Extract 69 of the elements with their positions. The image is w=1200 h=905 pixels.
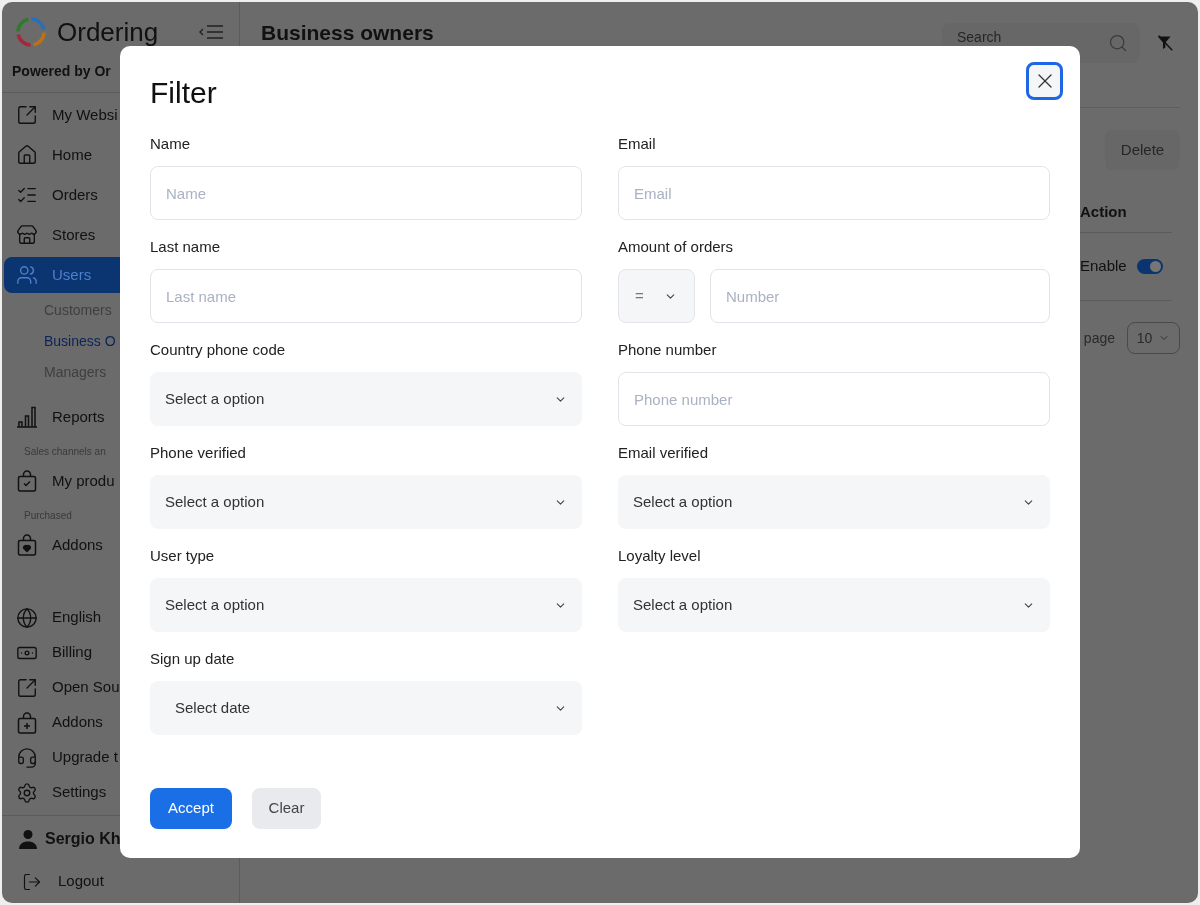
brand-name: Ordering	[57, 17, 159, 47]
select-field[interactable]: Select a option	[618, 578, 1050, 632]
dialog-title: Filter	[150, 75, 217, 111]
field-label: Country phone code	[150, 340, 286, 360]
bag-plus-icon	[16, 711, 38, 734]
users-icon	[16, 264, 38, 286]
user-avatar-icon	[18, 828, 38, 849]
field-label: Email verified	[618, 443, 709, 463]
text-field[interactable]: Name	[150, 166, 582, 220]
sidebar-item[interactable]: Settings	[4, 775, 120, 810]
sidebar-subitem[interactable]: Business O	[44, 326, 116, 357]
headset-icon	[16, 746, 38, 769]
field-label: Email	[618, 134, 656, 154]
field-label: Phone verified	[150, 443, 246, 463]
sidebar-item[interactable]: Users	[4, 257, 120, 293]
logout-button[interactable]: Logout	[2, 861, 110, 902]
home-icon	[16, 144, 38, 166]
select-field[interactable]: Select a option	[618, 475, 1050, 529]
logo-ring-icon	[15, 16, 47, 48]
sidebar-item[interactable]: Home	[4, 137, 120, 173]
operator-select[interactable]: =	[618, 269, 695, 323]
sidebar-item[interactable]: Addons	[4, 705, 120, 740]
settings-icon	[16, 781, 38, 804]
field-label: Loyalty level	[618, 546, 701, 566]
collapse-menu-icon[interactable]	[198, 24, 224, 40]
powered-by-text: Powered by Or	[12, 62, 111, 80]
page-size-select[interactable]: 10	[1127, 322, 1180, 354]
globe-icon	[16, 606, 38, 629]
sidebar-item[interactable]: Addons	[4, 527, 120, 563]
bag-heart-icon	[16, 534, 38, 556]
status-label: Enable	[1080, 256, 1127, 277]
field-label: User type	[150, 546, 215, 566]
sidebar-item[interactable]: Orders	[4, 177, 120, 213]
field-label: Amount of orders	[618, 237, 734, 257]
text-field[interactable]: Email	[618, 166, 1050, 220]
clear-button[interactable]: Clear	[252, 788, 321, 829]
number-field[interactable]: Number	[710, 269, 1050, 323]
sidebar-item[interactable]: Upgrade t	[4, 740, 120, 775]
sidebar-item[interactable]: My Websi	[4, 97, 120, 133]
logout-icon	[22, 871, 42, 892]
sidebar-item[interactable]: Billing	[4, 635, 120, 670]
store-icon	[16, 224, 38, 246]
page-title: Business owners	[261, 20, 434, 45]
field-label: Sign up date	[150, 649, 235, 669]
sidebar-item[interactable]: Open Sou	[4, 670, 120, 705]
sidebar-item[interactable]: Stores	[4, 217, 120, 253]
sidebar-item[interactable]: English	[4, 600, 120, 635]
toggle-switch[interactable]	[1137, 259, 1163, 274]
external-link-icon	[16, 676, 38, 699]
field-label: Phone number	[618, 340, 717, 360]
close-button[interactable]	[1026, 62, 1063, 100]
bag-check-icon	[16, 470, 38, 492]
external-link-icon	[16, 104, 38, 126]
select-field[interactable]: Select a option	[150, 578, 582, 632]
bar-chart-icon	[16, 406, 38, 428]
date-select-field[interactable]: Select date	[150, 681, 582, 735]
text-field[interactable]: Last name	[150, 269, 582, 323]
funnel-slash-icon[interactable]	[1157, 35, 1173, 51]
sidebar-item[interactable]: My produ	[4, 463, 120, 499]
select-field[interactable]: Select a option	[150, 372, 582, 426]
column-header: Action	[1080, 201, 1127, 222]
field-label: Last name	[150, 237, 221, 257]
accept-button[interactable]: Accept	[150, 788, 232, 829]
field-label: Name	[150, 134, 190, 154]
page-size-label: page	[1083, 328, 1115, 348]
text-field[interactable]: Phone number	[618, 372, 1050, 426]
sidebar-item[interactable]: Reports	[4, 399, 120, 435]
select-field[interactable]: Select a option	[150, 475, 582, 529]
user-name: Sergio Kh	[45, 828, 121, 849]
